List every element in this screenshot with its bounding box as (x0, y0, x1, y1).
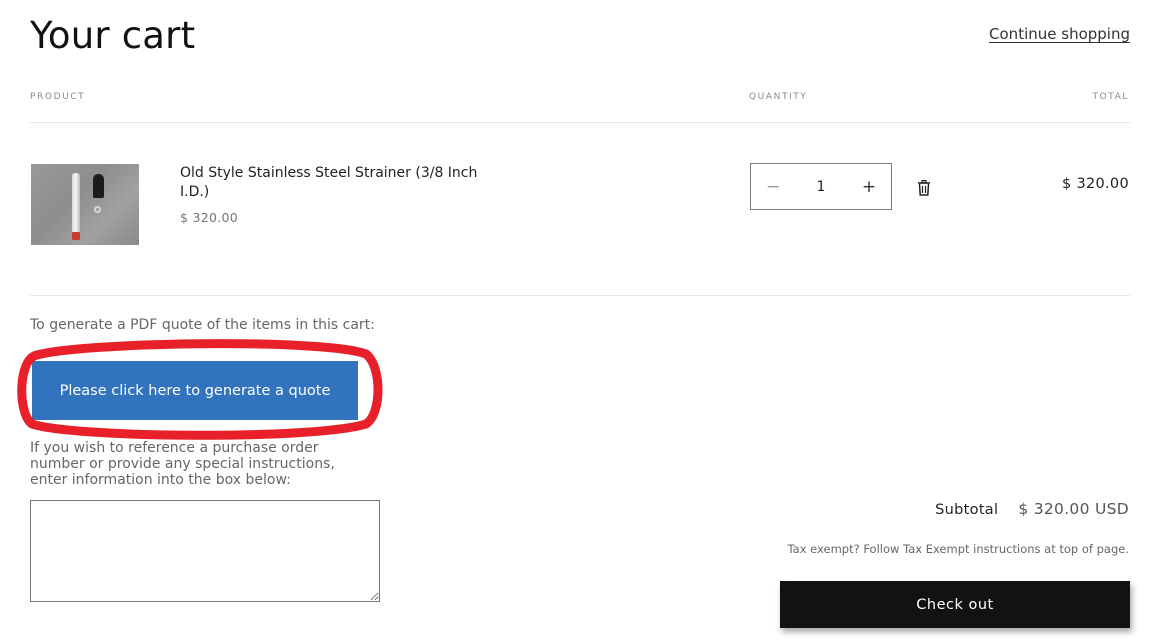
subtotal-row: Subtotal $ 320.00 USD (935, 500, 1129, 518)
line-item-total: $ 320.00 (1062, 176, 1129, 192)
header-divider (30, 122, 1130, 123)
tax-exempt-note: Tax exempt? Follow Tax Exempt instructio… (787, 542, 1129, 556)
generate-quote-button[interactable]: Please click here to generate a quote (32, 361, 358, 420)
quantity-input[interactable] (801, 178, 841, 195)
continue-shopping-link[interactable]: Continue shopping (989, 25, 1130, 43)
instructions-text: If you wish to reference a purchase orde… (30, 440, 335, 488)
quote-intro-text: To generate a PDF quote of the items in … (30, 317, 375, 333)
decrease-quantity-button[interactable]: − (763, 177, 783, 197)
product-unit-price: $ 320.00 (180, 210, 239, 225)
increase-quantity-button[interactable]: + (859, 177, 879, 197)
subtotal-value: $ 320.00 USD (1018, 500, 1129, 518)
product-image[interactable] (31, 164, 139, 245)
column-header-total: Total (1092, 92, 1129, 102)
page-title: Your cart (30, 14, 196, 57)
product-name-link[interactable]: Old Style Stainless Steel Strainer (3/8 … (180, 164, 480, 202)
product-image-ring (94, 206, 101, 213)
product-image-cap (93, 174, 104, 198)
trash-icon[interactable] (917, 180, 931, 196)
column-header-product: Product (30, 92, 86, 102)
column-header-quantity: Quantity (749, 92, 808, 102)
order-notes-textarea[interactable] (30, 500, 380, 602)
items-divider (30, 295, 1130, 296)
checkout-button[interactable]: Check out (780, 581, 1130, 628)
subtotal-label: Subtotal (935, 502, 999, 518)
product-image-rod-tip (72, 232, 80, 240)
product-image-rod (72, 173, 80, 239)
quantity-stepper: − + (750, 163, 892, 210)
